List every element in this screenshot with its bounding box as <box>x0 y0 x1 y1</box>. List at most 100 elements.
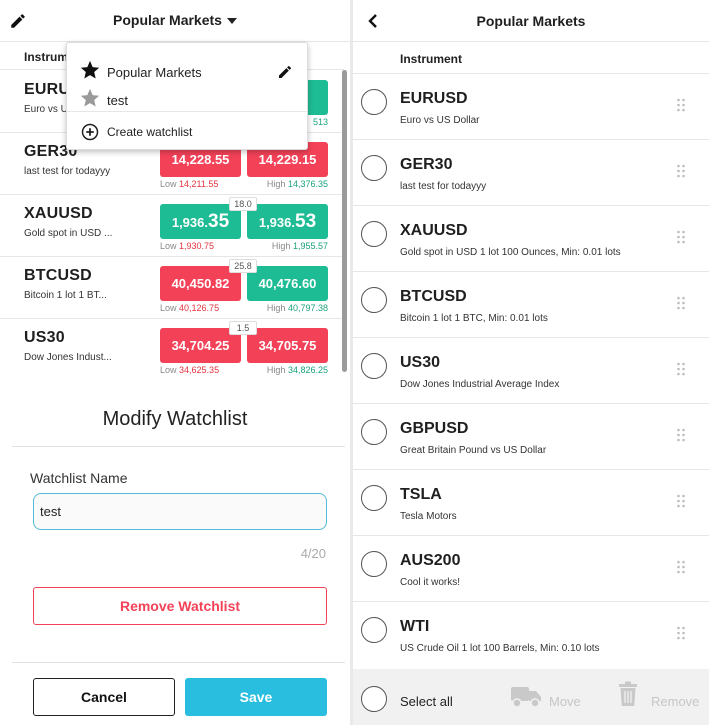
list-item[interactable]: TSLA Tesla Motors <box>353 470 709 536</box>
dropdown-divider <box>67 111 307 112</box>
ask-price-main: 40,476. <box>258 276 302 291</box>
list-item[interactable]: AUS200 Cool it works! <box>353 536 709 602</box>
list-item[interactable]: BTCUSD Bitcoin 1 lot 1 BTC, Min: 0.01 lo… <box>353 272 709 338</box>
dropdown-item-test[interactable]: test <box>67 83 307 113</box>
instrument-description: Euro vs US Dollar <box>400 115 480 126</box>
instrument-symbol: EURUSD <box>400 90 468 107</box>
low-value: 14,211.55 <box>179 179 219 189</box>
instrument-row-us30[interactable]: US30 Dow Jones Indust... 34,704.25 34,70… <box>0 319 344 381</box>
move-button[interactable]: Move <box>549 694 581 709</box>
drag-handle-icon[interactable] <box>676 361 686 377</box>
column-header-instrument: Instrument <box>353 42 709 74</box>
row-select-radio[interactable] <box>361 155 387 181</box>
instrument-description: Tesla Motors <box>400 511 457 522</box>
drag-handle-icon[interactable] <box>676 493 686 509</box>
list-item[interactable]: EURUSD Euro vs US Dollar <box>353 74 709 140</box>
row-select-radio[interactable] <box>361 89 387 115</box>
row-select-radio[interactable] <box>361 485 387 511</box>
cancel-button[interactable]: Cancel <box>33 678 175 716</box>
right-header: Popular Markets <box>353 0 709 42</box>
high-price: High 1,955.57 <box>230 241 328 251</box>
high-label: High <box>266 179 286 189</box>
drag-handle-icon[interactable] <box>676 427 686 443</box>
left-panel: Popular Markets Instrument EURUSD Euro v… <box>0 0 350 725</box>
ask-price-main: 14,229. <box>258 152 302 167</box>
star-filled-icon <box>80 60 100 79</box>
drag-handle-icon[interactable] <box>676 559 686 575</box>
create-watchlist-button[interactable]: Create watchlist <box>67 117 307 147</box>
instrument-symbol: US30 <box>24 329 65 346</box>
instrument-description: US Crude Oil 1 lot 100 Barrels, Min: 0.1… <box>400 643 600 654</box>
drag-handle-icon[interactable] <box>676 295 686 311</box>
low-value: 40,126.75 <box>179 303 220 313</box>
list-item[interactable]: XAUUSD Gold spot in USD 1 lot 100 Ounces… <box>353 206 709 272</box>
divider <box>12 446 345 447</box>
row-select-radio[interactable] <box>361 221 387 247</box>
instrument-symbol: US30 <box>400 354 441 371</box>
ask-price-button[interactable]: 40,476.60 <box>247 266 328 301</box>
list-scrollbar[interactable] <box>342 70 347 372</box>
low-price: Low 14,211.55 <box>160 179 218 189</box>
bid-price-main: 1,936. <box>171 215 208 230</box>
row-select-radio[interactable] <box>361 353 387 379</box>
row-select-radio[interactable] <box>361 287 387 313</box>
drag-handle-icon[interactable] <box>676 97 686 113</box>
row-select-radio[interactable] <box>361 617 387 643</box>
instrument-row-btcusd[interactable]: BTCUSD Bitcoin 1 lot 1 BT... 40,450.82 4… <box>0 257 344 319</box>
list-item[interactable]: GER30 last test for todayyy <box>353 140 709 206</box>
instrument-symbol: BTCUSD <box>400 288 467 305</box>
instrument-symbol: TSLA <box>400 486 442 503</box>
divider <box>12 662 345 663</box>
instrument-description: Dow Jones Industrial Average Index <box>400 379 560 390</box>
watchlist-title: Popular Markets <box>113 12 222 28</box>
instrument-symbol: BTCUSD <box>24 267 92 284</box>
ask-price-main: 34,705. <box>258 338 302 353</box>
watchlist-dropdown: Popular Markets test Create watchlist <box>66 42 308 150</box>
drag-handle-icon[interactable] <box>676 163 686 179</box>
ask-price-button[interactable]: 1,936.53 <box>247 204 328 239</box>
remove-button[interactable]: Remove <box>651 694 699 709</box>
save-button[interactable]: Save <box>185 678 327 716</box>
ask-price-button[interactable]: 34,705.75 <box>247 328 328 363</box>
instrument-symbol: AUS200 <box>400 552 461 569</box>
high-label: High <box>271 241 291 251</box>
instrument-description: Bitcoin 1 lot 1 BTC, Min: 0.01 lots <box>400 313 548 324</box>
drag-handle-icon[interactable] <box>676 625 686 641</box>
instrument-symbol: XAUUSD <box>24 205 93 222</box>
high-value: 34,826.25 <box>287 365 328 375</box>
high-price: High 14,376.35 <box>230 179 328 189</box>
low-price: Low 40,126.75 <box>160 303 219 313</box>
star-gray-icon <box>80 88 100 107</box>
ask-price-pips: 75 <box>301 338 317 353</box>
select-all-label[interactable]: Select all <box>400 694 453 709</box>
instrument-description: Dow Jones Indust... <box>24 352 112 363</box>
select-all-radio[interactable] <box>361 686 387 712</box>
dropdown-item-label: test <box>107 93 128 108</box>
create-watchlist-label: Create watchlist <box>107 125 193 139</box>
low-value: 34,625.35 <box>179 365 220 375</box>
left-header: Popular Markets <box>0 0 350 42</box>
low-price: Low 1,930.75 <box>160 241 214 251</box>
instrument-row-xauusd[interactable]: XAUUSD Gold spot in USD ... 1,936.35 1,9… <box>0 195 344 257</box>
low-label: Low <box>160 303 177 313</box>
watchlist-name-input[interactable] <box>33 493 327 530</box>
watchlist-selector[interactable]: Popular Markets <box>0 12 350 28</box>
list-item[interactable]: US30 Dow Jones Industrial Average Index <box>353 338 709 404</box>
caret-down-icon <box>226 18 237 25</box>
drag-handle-icon[interactable] <box>676 229 686 245</box>
row-select-radio[interactable] <box>361 419 387 445</box>
bid-price-pips: 35 <box>208 211 230 232</box>
pencil-icon[interactable] <box>277 64 293 80</box>
instrument-description: Gold spot in USD ... <box>24 228 113 239</box>
list-item[interactable]: WTI US Crude Oil 1 lot 100 Barrels, Min:… <box>353 602 709 668</box>
high-value: 40,797.38 <box>287 303 328 313</box>
watchlist-name-label: Watchlist Name <box>30 470 128 486</box>
remove-watchlist-button[interactable]: Remove Watchlist <box>33 587 327 625</box>
high-value: 14,376.35 <box>287 179 328 189</box>
list-item[interactable]: GBPUSD Great Britain Pound vs US Dollar <box>353 404 709 470</box>
row-select-radio[interactable] <box>361 551 387 577</box>
high-label: High <box>266 365 286 375</box>
low-label: Low <box>160 365 177 375</box>
ask-price-pips: 53 <box>295 211 317 232</box>
dropdown-item-popular-markets[interactable]: Popular Markets <box>67 55 307 85</box>
